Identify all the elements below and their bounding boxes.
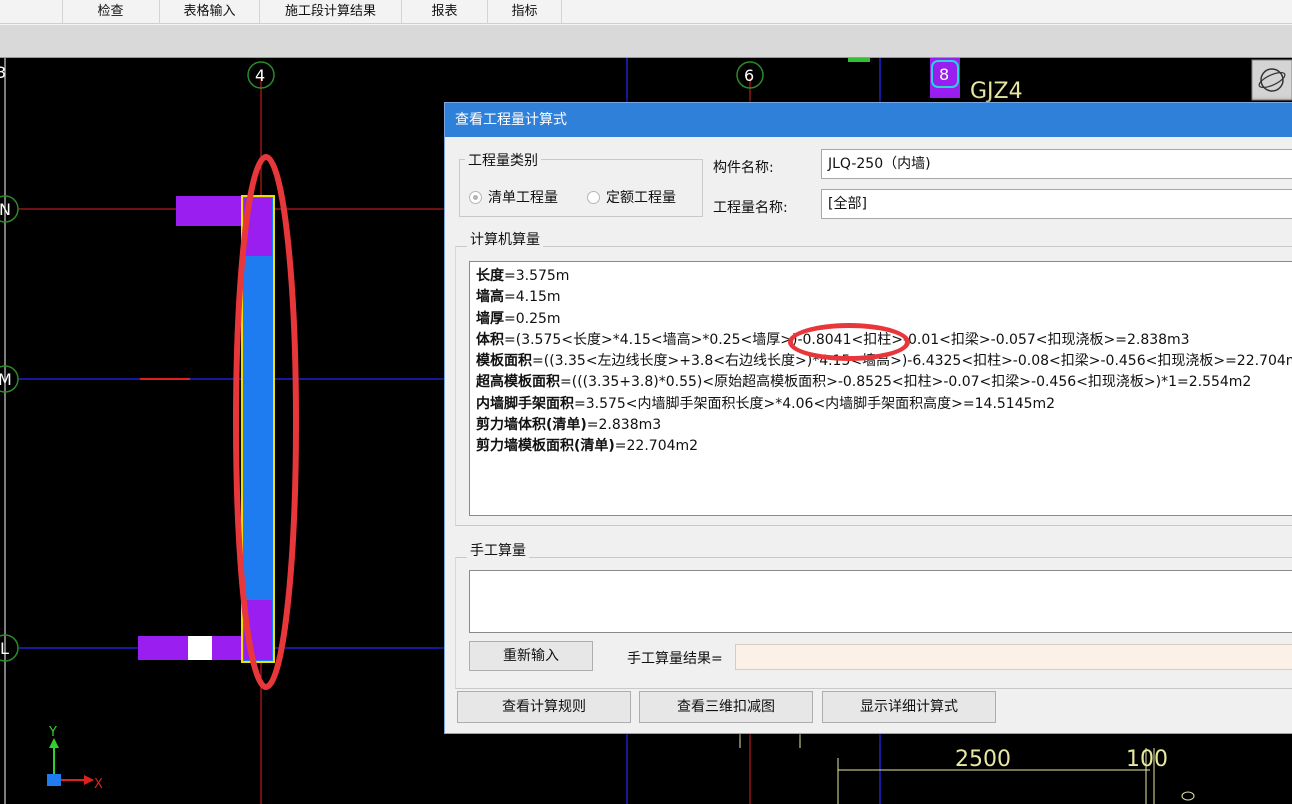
radio-bill-label: 清单工程量 <box>488 190 558 206</box>
calc-value: =22.704m2 <box>614 438 699 455</box>
axis-label-6: 6 <box>744 66 754 85</box>
component-name-label: 构件名称: <box>713 160 774 176</box>
calc-value: =3.575<内墙脚手架面积长度>*4.06<内墙脚手架面积高度>=14.514… <box>574 395 1056 412</box>
computer-calc-text[interactable]: 长度=3.575m 墙高=4.15m 墙厚=0.25m 体积=(3.575<长度… <box>469 261 1292 516</box>
calc-line-length: 长度=3.575m <box>476 266 1292 287</box>
calc-value: =4.15m <box>504 289 561 306</box>
green-mark <box>848 58 870 62</box>
calc-line-shear-wall-formwork: 剪力墙模板面积(清单)=22.704m2 <box>476 436 1292 457</box>
manual-calc-group-label: 手工算量 <box>467 540 529 560</box>
calc-key: 体积 <box>476 331 504 348</box>
quantity-name-field[interactable]: [全部] <box>821 189 1292 219</box>
view-rules-button[interactable]: 查看计算规则 <box>457 691 631 723</box>
axis-label-l: L <box>0 639 9 658</box>
calc-value: =(((3.35+3.8)*0.55)<原始超高模板面积>-0.8525<扣柱>… <box>560 374 1252 391</box>
white-block <box>188 636 212 660</box>
axis-label-4: 4 <box>255 66 265 85</box>
calc-key: 模板面积 <box>476 353 532 370</box>
application-window: 检查 表格输入 施工段计算结果 报表 指标 4 6 3 N M L 8 GJZ4… <box>0 0 1292 804</box>
axis-label-8: 8 <box>939 65 949 84</box>
radio-quota-quantity[interactable]: 定额工程量 <box>587 187 676 207</box>
reinput-button[interactable]: 重新输入 <box>469 641 593 671</box>
calc-key: 长度 <box>476 268 504 284</box>
ucs-y-label: Y <box>48 725 57 740</box>
manual-calc-input[interactable] <box>469 570 1292 633</box>
calc-key: 超高模板面积 <box>476 374 560 391</box>
menu-indicators[interactable]: 指标 <box>488 0 562 24</box>
dialog-title[interactable]: 查看工程量计算式 <box>445 103 1292 137</box>
computer-calc-group-label: 计算机算量 <box>467 229 543 249</box>
quantity-formula-dialog: 查看工程量计算式 工程量类别 清单工程量 定额工程量 构件名称: JLQ-250… <box>444 102 1292 734</box>
radio-bill-indicator[interactable] <box>469 190 482 204</box>
quantity-type-group-label: 工程量类别 <box>465 150 541 170</box>
purple-beam-top <box>176 196 246 226</box>
calc-key: 墙高 <box>476 289 504 306</box>
axis-label-m: M <box>0 370 12 389</box>
calc-value: =3.575m <box>504 268 570 284</box>
calc-value: =0.25m <box>504 310 561 327</box>
calc-line-wall-height: 墙高=4.15m <box>476 287 1292 308</box>
manual-result-field[interactable] <box>735 644 1292 670</box>
calc-key: 内墙脚手架面积 <box>476 395 574 412</box>
menu-check[interactable]: 检查 <box>62 0 160 24</box>
ucs-origin <box>47 774 61 786</box>
radio-quota-indicator[interactable] <box>587 190 600 204</box>
calc-key: 墙厚 <box>476 310 504 327</box>
highlight-circle <box>788 323 910 361</box>
dimension-100: 100 <box>1126 747 1168 772</box>
radio-quota-label: 定额工程量 <box>606 190 676 206</box>
manual-result-label: 手工算量结果= <box>627 651 723 667</box>
radio-bill-quantity[interactable]: 清单工程量 <box>469 187 558 207</box>
column-label: GJZ4 <box>970 79 1023 104</box>
calc-key: 剪力墙模板面积(清单) <box>476 438 615 455</box>
menu-table-input[interactable]: 表格输入 <box>160 0 260 24</box>
calc-line-shear-wall-volume: 剪力墙体积(清单)=2.838m3 <box>476 415 1292 436</box>
menu-bar: 检查 表格输入 施工段计算结果 报表 指标 <box>0 0 1292 24</box>
axis-label-n: N <box>0 200 11 219</box>
calc-value: =((3.35<左边线长度>+3.8<右边线长度>)*4.15<墙高>)-6.4… <box>532 353 1292 370</box>
selected-wall[interactable] <box>241 195 275 663</box>
menu-reports[interactable]: 报表 <box>402 0 488 24</box>
ucs-x-label: X <box>94 777 103 792</box>
toolbar-strip <box>0 24 1292 58</box>
dimension-2500: 2500 <box>955 747 1011 772</box>
component-name-field[interactable]: JLQ-250（内墙) <box>821 149 1292 179</box>
view-3d-deduction-button[interactable]: 查看三维扣减图 <box>639 691 813 723</box>
quantity-name-label: 工程量名称: <box>713 200 788 216</box>
menu-construction-results[interactable]: 施工段计算结果 <box>260 0 402 24</box>
calc-value: =2.838m3 <box>586 417 662 434</box>
calc-key: 剪力墙体积(清单) <box>476 417 587 434</box>
view-cube-button[interactable] <box>1251 59 1292 101</box>
show-detail-formula-button[interactable]: 显示详细计算式 <box>822 691 996 723</box>
axis-label-3: 3 <box>0 63 6 82</box>
calc-line-scaffold-area: 内墙脚手架面积=3.575<内墙脚手架面积长度>*4.06<内墙脚手架面积高度>… <box>476 394 1292 415</box>
calc-line-over-height-formwork: 超高模板面积=(((3.35+3.8)*0.55)<原始超高模板面积>-0.85… <box>476 372 1292 393</box>
